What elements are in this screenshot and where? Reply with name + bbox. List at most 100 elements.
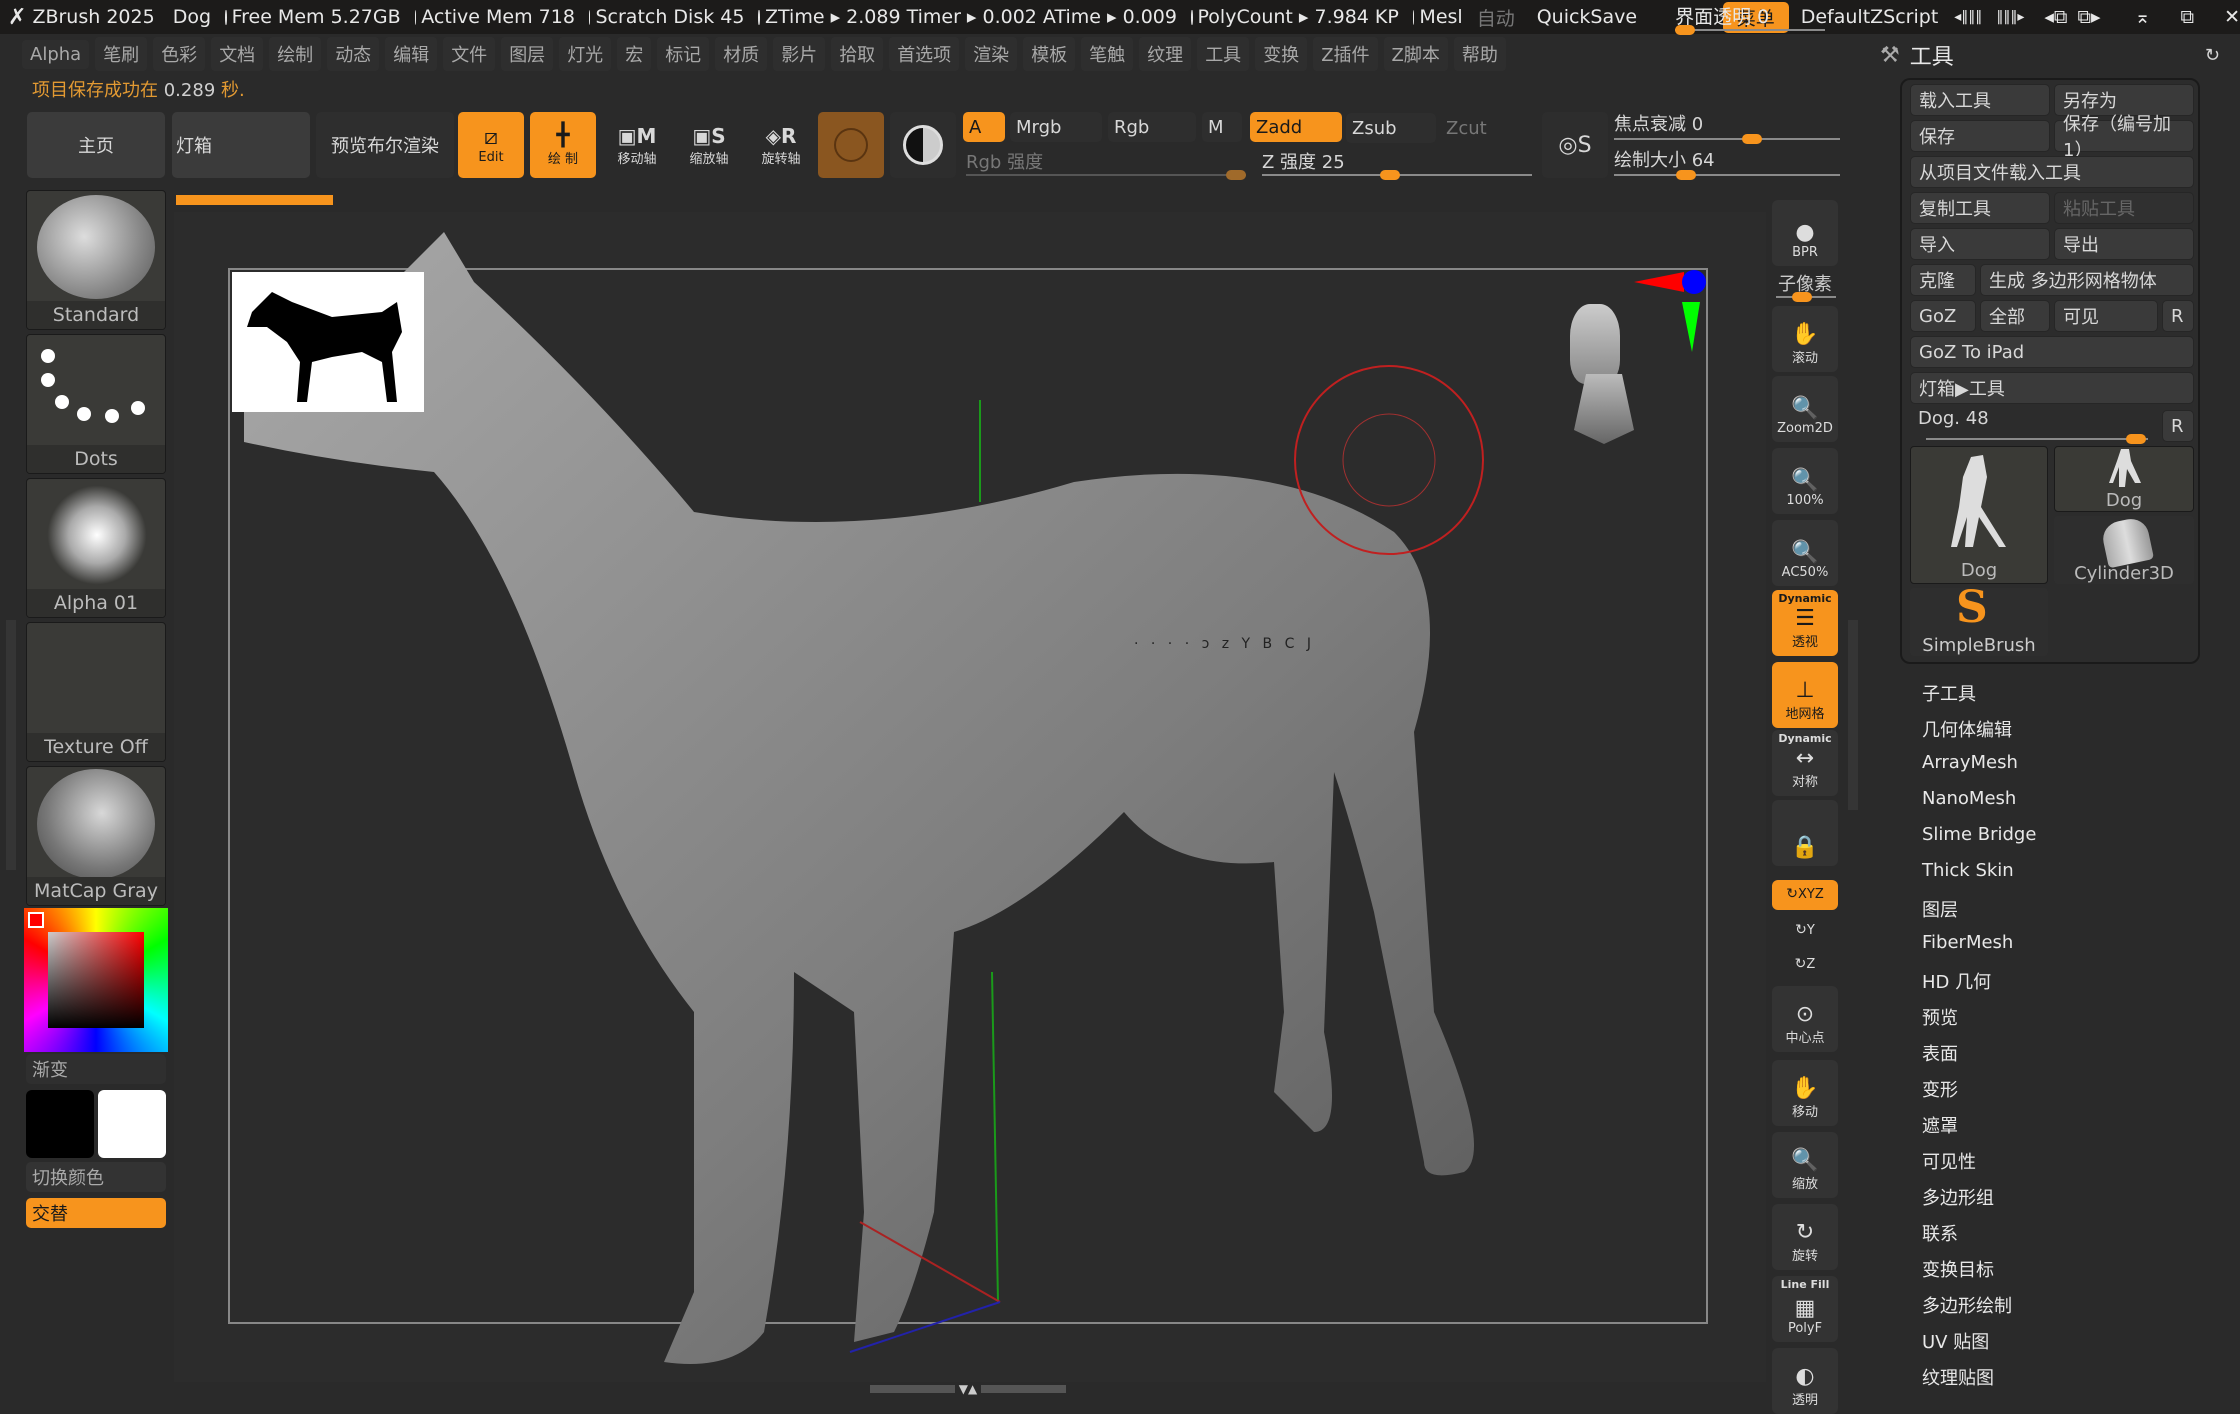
tool-scroll-button[interactable]: ✋ 滚动 xyxy=(1772,306,1838,372)
zcut-button[interactable]: Zcut xyxy=(1440,113,1510,143)
slider-knob[interactable] xyxy=(2126,434,2146,444)
menu-item[interactable]: Alpha xyxy=(22,39,90,69)
subpalette-item[interactable]: 变形 xyxy=(1922,1076,1958,1102)
shrink-icon[interactable]: ◂‖‖‖ xyxy=(1954,9,1982,25)
copy-tool-button[interactable]: 复制工具 xyxy=(1910,192,2050,224)
menu-item[interactable]: 工具 xyxy=(1197,37,1250,71)
subpalette-item[interactable]: NanoMesh xyxy=(1922,788,2016,809)
menu-item[interactable]: 编辑 xyxy=(385,37,438,71)
bpr-preview-tab[interactable]: 预览布尔渲染 xyxy=(316,112,454,178)
subpalette-item[interactable]: 子工具 xyxy=(1922,680,1976,706)
slider-knob[interactable] xyxy=(1675,25,1696,35)
material-selector[interactable]: MatCap Gray xyxy=(26,766,166,906)
draw-button[interactable]: ╋ 绘 制 xyxy=(530,112,596,178)
current-tool-slider[interactable]: Dog. 48 xyxy=(1910,408,2158,444)
subpalette-item[interactable]: FiberMesh xyxy=(1922,932,2013,953)
main-color-swatch[interactable] xyxy=(28,912,44,928)
menu-item[interactable]: 笔刷 xyxy=(95,37,148,71)
alpha-selector[interactable]: Alpha 01 xyxy=(26,478,166,618)
rgb-intensity-slider[interactable]: Rgb 强度 xyxy=(966,148,1246,180)
secondary-color-white[interactable] xyxy=(98,1090,166,1158)
subpalette-item[interactable]: Thick Skin xyxy=(1922,860,2014,881)
goz-r-button[interactable]: R xyxy=(2162,300,2194,332)
tool-lock-button[interactable]: 🔒 xyxy=(1772,800,1838,866)
expand-icon[interactable]: ‖‖‖▸ xyxy=(1996,9,2024,25)
zadd-button[interactable]: Zadd xyxy=(1250,112,1342,142)
menu-item[interactable]: 渲染 xyxy=(965,37,1018,71)
menu-item[interactable]: Z插件 xyxy=(1313,37,1378,71)
color-picker[interactable] xyxy=(24,908,168,1052)
load-tool-button[interactable]: 载入工具 xyxy=(1910,84,2050,116)
subpalette-item[interactable]: 可见性 xyxy=(1922,1148,1976,1174)
tool-move-button[interactable]: ✋ 移动 xyxy=(1772,1060,1838,1126)
tool-zoom-button[interactable]: 🔍 缩放 xyxy=(1772,1132,1838,1198)
lightbox-tab[interactable]: 灯箱 xyxy=(172,112,310,178)
z-intensity-slider[interactable]: Z 强度 25 xyxy=(1262,148,1532,180)
right-scrollbar[interactable] xyxy=(1848,620,1858,810)
subpalette-item[interactable]: 纹理贴图 xyxy=(1922,1364,1994,1390)
subpalette-item[interactable]: ArrayMesh xyxy=(1922,752,2018,773)
subpalette-item[interactable]: Slime Bridge xyxy=(1922,824,2036,845)
color-square[interactable] xyxy=(48,932,144,1028)
alternate-button[interactable]: 交替 xyxy=(26,1198,166,1228)
subpalette-item[interactable]: 图层 xyxy=(1922,896,1958,922)
reference-image[interactable] xyxy=(232,272,424,412)
secondary-color-black[interactable] xyxy=(26,1090,94,1158)
stroke-selector[interactable]: Dots xyxy=(26,334,166,474)
make-polymesh-button[interactable]: 生成 多边形网格物体 xyxy=(1980,264,2194,296)
layout-prev-icon[interactable]: ◂⧉ xyxy=(2044,6,2067,28)
subpalette-item[interactable]: 变换目标 xyxy=(1922,1256,1994,1282)
tool-transp-button[interactable]: ◐ 透明 xyxy=(1772,1348,1838,1414)
close-icon[interactable]: ✕ xyxy=(2224,6,2240,28)
menu-item[interactable]: 变换 xyxy=(1255,37,1308,71)
tool-thumb-cylinder[interactable]: Cylinder3D xyxy=(2054,515,2194,584)
gizmo3d-button[interactable] xyxy=(818,112,884,178)
move-gizmo-button[interactable]: ▣M 移动轴 xyxy=(604,112,670,178)
mrgb-button[interactable]: Mrgb xyxy=(1010,112,1102,142)
menu-item[interactable]: 笔触 xyxy=(1081,37,1134,71)
tool-ac50-button[interactable]: 🔍 AC50% xyxy=(1772,520,1838,586)
gradient-button[interactable]: 渐变 xyxy=(26,1054,166,1084)
tool-thumb-dog-small[interactable]: Dog xyxy=(2054,446,2194,512)
texture-selector[interactable]: Texture Off xyxy=(26,622,166,762)
slider-knob[interactable] xyxy=(1380,170,1400,180)
subpalette-item[interactable]: 表面 xyxy=(1922,1040,1958,1066)
draw-size-slider[interactable]: 绘制大小 64 xyxy=(1614,146,1840,180)
menu-item[interactable]: 材质 xyxy=(715,37,768,71)
auto-label[interactable]: 自动 xyxy=(1477,4,1515,31)
menu-item[interactable]: 绘制 xyxy=(269,37,322,71)
tool-zoom2d-button[interactable]: 🔍 Zoom2D xyxy=(1772,376,1838,442)
tool-thumb-simplebrush[interactable]: S SimpleBrush xyxy=(1910,582,2048,656)
scale-gizmo-button[interactable]: ▣S 缩放轴 xyxy=(676,112,742,178)
menu-item[interactable]: 拾取 xyxy=(831,37,884,71)
menu-item[interactable]: 纹理 xyxy=(1139,37,1192,71)
zsub-button[interactable]: Zsub xyxy=(1346,113,1436,143)
subpalette-item[interactable]: 预览 xyxy=(1922,1004,1958,1030)
solo-button[interactable] xyxy=(890,112,956,178)
tool-bpr-button[interactable]: ● BPR xyxy=(1772,200,1838,266)
home-tab[interactable]: 主页 xyxy=(27,112,165,178)
slider-knob[interactable] xyxy=(1676,170,1696,180)
head-navigator[interactable] xyxy=(1554,304,1644,444)
rotate-gizmo-button[interactable]: ◈R 旋转轴 xyxy=(748,112,814,178)
goz-all-button[interactable]: 全部 xyxy=(1980,300,2050,332)
brush-selector[interactable]: Standard xyxy=(26,190,166,330)
ui-transparency-slider[interactable]: 界面透明 0 xyxy=(1675,0,1826,35)
clone-button[interactable]: 克隆 xyxy=(1910,264,1976,296)
menu-item[interactable]: 文件 xyxy=(443,37,496,71)
focal-shift-slider[interactable]: 焦点衰减 0 xyxy=(1614,110,1840,144)
subpalette-item[interactable]: HD 几何 xyxy=(1922,968,1991,994)
menu-item[interactable]: 宏 xyxy=(617,37,652,71)
subpalette-item[interactable]: 联系 xyxy=(1922,1220,1958,1246)
menu-item[interactable]: 首选项 xyxy=(889,37,960,71)
import-button[interactable]: 导入 xyxy=(1910,228,2050,260)
subpalette-item[interactable]: 多边形组 xyxy=(1922,1184,1994,1210)
save-button[interactable]: 保存 xyxy=(1910,120,2050,152)
minimize-icon[interactable]: ⌅ xyxy=(2135,6,2151,28)
menu-item[interactable]: 灯光 xyxy=(559,37,612,71)
export-button[interactable]: 导出 xyxy=(2054,228,2194,260)
subpalette-item[interactable]: 几何体编辑 xyxy=(1922,716,2012,742)
subpixel-slider[interactable]: 子像素 xyxy=(1772,270,1838,302)
layout-next-icon[interactable]: ⧉▸ xyxy=(2077,6,2100,28)
tool-z-button[interactable]: ↻ Z xyxy=(1772,950,1838,980)
